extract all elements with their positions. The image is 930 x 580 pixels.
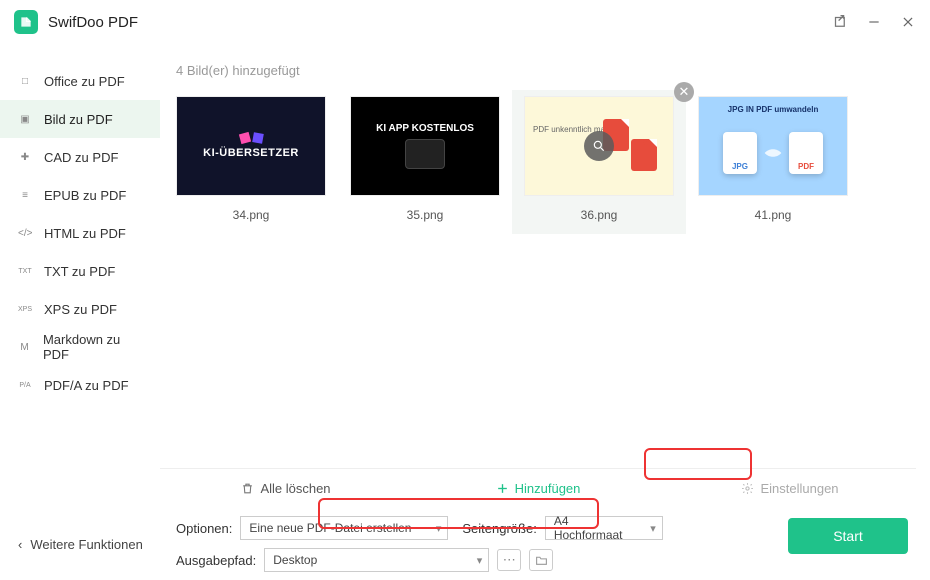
thumbnail-item[interactable]: JPG IN PDF umwandeln JPG PDF 41.png [698,96,848,222]
sidebar-item-label: Markdown zu PDF [43,332,142,362]
titlebar: SwifDoo PDF [0,0,930,44]
thumbnail-name: 36.png [581,208,618,222]
sidebar-item-xps[interactable]: XPS XPS zu PDF [0,290,160,328]
sidebar-item-txt[interactable]: TXT TXT zu PDF [0,252,160,290]
markdown-icon: M [18,342,31,353]
status-text: 4 Bild(er) hinzugefügt [160,44,916,96]
thumbnail-name: 34.png [233,208,270,222]
sidebar-item-html[interactable]: </> HTML zu PDF [0,214,160,252]
delete-all-button[interactable]: Alle löschen [160,481,412,496]
doc-icon: □ [18,76,32,87]
more-functions-button[interactable]: ‹ Weitere Funktionen [18,537,143,552]
popout-icon[interactable] [832,14,848,30]
sidebar-item-label: HTML zu PDF [44,226,126,241]
sidebar-item-markdown[interactable]: M Markdown zu PDF [0,328,160,366]
start-button[interactable]: Start [788,518,908,554]
sidebar-item-epub[interactable]: ≡ EPUB zu PDF [0,176,160,214]
app-logo-icon [14,10,38,34]
cad-icon: ✚ [18,152,32,163]
pagesize-select[interactable]: A4 Hochformaat [545,516,663,540]
options-label: Optionen: [176,521,232,536]
output-select[interactable]: Desktop [264,548,489,572]
gear-icon [741,482,754,495]
pdfa-icon: P/A [18,382,32,389]
html-icon: </> [18,228,32,239]
zoom-icon[interactable] [584,131,614,161]
sidebar-item-cad[interactable]: ✚ CAD zu PDF [0,138,160,176]
txt-icon: TXT [18,268,32,275]
output-label: Ausgabepfad: [176,553,256,568]
thumbnail-image: PDF unkenntlich machen [524,96,674,196]
close-button[interactable] [900,14,916,30]
epub-icon: ≡ [18,190,32,201]
remove-icon[interactable]: ✕ [674,82,694,102]
sidebar-item-label: EPUB zu PDF [44,188,126,203]
sidebar-item-label: Bild zu PDF [44,112,113,127]
thumbnail-image: JPG IN PDF umwandeln JPG PDF [698,96,848,196]
thumbnail-row: KI-ÜBERSETZER 34.png KI APP KOSTENLOS 35… [160,96,916,222]
image-icon: ▣ [18,114,32,125]
minimize-button[interactable] [866,14,882,30]
trash-icon [241,482,254,495]
sidebar-item-label: TXT zu PDF [44,264,115,279]
thumbnail-item[interactable]: KI APP KOSTENLOS 35.png [350,96,500,222]
chevron-left-icon: ‹ [18,537,22,552]
action-row: Alle löschen Hinzufügen Einstellungen [160,468,916,508]
sidebar-item-bild[interactable]: ▣ Bild zu PDF [0,100,160,138]
sidebar-item-office[interactable]: □ Office zu PDF [0,62,160,100]
options-select[interactable]: Eine neue PDF-Datei erstellen [240,516,448,540]
thumbnail-item[interactable]: ✕ PDF unkenntlich machen 36.png [512,90,686,234]
sidebar-item-pdfa[interactable]: P/A PDF/A zu PDF [0,366,160,404]
thumbnail-item[interactable]: KI-ÜBERSETZER 34.png [176,96,326,222]
thumbnail-name: 41.png [755,208,792,222]
add-button[interactable]: Hinzufügen [412,481,664,496]
sidebar: □Office zu PDF ▣Bild zu PDF ✚CAD zu PDF … [0,44,160,580]
thumbnail-image: KI APP KOSTENLOS [350,96,500,196]
plus-icon [496,482,509,495]
thumbnail-name: 35.png [407,208,444,222]
settings-button[interactable]: Einstellungen [664,481,916,496]
sidebar-item-label: CAD zu PDF [44,150,118,165]
sidebar-item-label: XPS zu PDF [44,302,117,317]
folder-icon[interactable] [529,549,553,571]
sidebar-item-label: Office zu PDF [44,74,125,89]
pagesize-label: Seitengröße: [462,521,536,536]
thumbnail-image: KI-ÜBERSETZER [176,96,326,196]
more-icon[interactable]: ⋯ [497,549,521,571]
xps-icon: XPS [18,306,32,313]
sidebar-item-label: PDF/A zu PDF [44,378,129,393]
app-title: SwifDoo PDF [48,14,138,31]
